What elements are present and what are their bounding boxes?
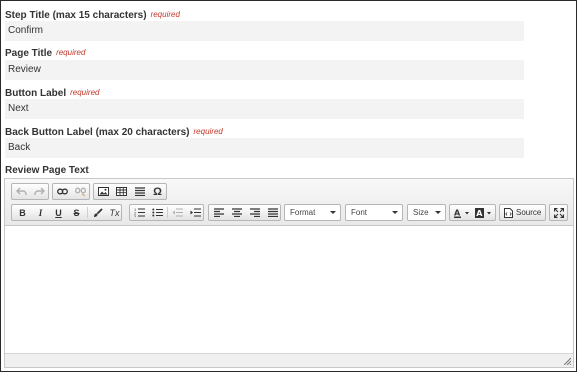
size-dropdown[interactable]: Size [407, 204, 446, 221]
paintbrush-icon [93, 207, 103, 217]
step-title-label-text: Step Title (max 15 characters) [5, 10, 147, 21]
chevron-down-icon [435, 211, 441, 214]
image-icon [98, 187, 109, 196]
decrease-indent-button[interactable] [169, 205, 186, 220]
button-label-label-text: Button Label [5, 88, 67, 99]
link-button[interactable] [54, 184, 71, 199]
align-right-button[interactable] [246, 205, 263, 220]
review-page-text-label-text: Review Page Text [5, 165, 89, 176]
outdent-icon [172, 208, 183, 217]
color-group: A A [449, 204, 496, 221]
link-icon [57, 188, 68, 195]
chevron-down-icon [392, 211, 398, 214]
numbered-list-icon: 123 [134, 208, 145, 217]
page-title-input[interactable] [5, 60, 524, 80]
maximize-group [549, 204, 568, 221]
svg-text:A: A [454, 208, 461, 217]
image-button[interactable] [95, 184, 112, 199]
source-group: Source [499, 204, 546, 221]
font-dropdown-label: Font [351, 208, 368, 217]
source-button-label: Source [516, 208, 542, 217]
review-page-text-label: Review Page Text [5, 163, 89, 179]
editor-toolbar: Ω B I U S Tx 123 Format Font Size A A So… [5, 179, 573, 226]
form-frame: Step Title (max 15 characters)required P… [0, 0, 577, 372]
increase-indent-button[interactable] [187, 205, 204, 220]
background-color-button[interactable]: A [473, 205, 495, 220]
underline-button[interactable]: U [50, 205, 67, 220]
chevron-down-icon [330, 211, 336, 214]
page-title-label-text: Page Title [5, 48, 53, 59]
size-dropdown-label: Size [413, 208, 429, 217]
background-color-icon: A [475, 207, 491, 218]
toolbar-separator [87, 207, 88, 218]
unlink-button[interactable] [72, 184, 89, 199]
text-color-button[interactable]: A [451, 205, 472, 220]
step-title-input[interactable] [5, 21, 524, 41]
align-left-icon [213, 208, 224, 217]
numbered-list-button[interactable]: 123 [131, 205, 148, 220]
svg-text:3: 3 [134, 215, 136, 217]
bulleted-list-icon [152, 208, 163, 217]
redo-button[interactable] [31, 184, 48, 199]
font-dropdown[interactable]: Font [345, 204, 403, 221]
unlink-icon [75, 187, 86, 196]
required-marker: required [70, 88, 100, 97]
link-group [52, 183, 90, 200]
undo-redo-group [11, 183, 49, 200]
resize-handle-icon[interactable] [563, 357, 571, 365]
indent-icon [190, 208, 201, 217]
page-title-label: Page Title required [5, 45, 85, 61]
toolbar-separator [167, 207, 168, 218]
remove-format-button[interactable]: Tx [106, 205, 123, 220]
editor-status-bar [5, 353, 573, 367]
justify-button[interactable] [264, 205, 281, 220]
maximize-button[interactable] [550, 205, 567, 220]
table-icon [116, 187, 127, 196]
text-color-icon: A [453, 208, 469, 218]
basic-styles-group: B I U S Tx [11, 204, 122, 221]
format-dropdown-label: Format [290, 208, 316, 217]
underline-icon: U [55, 207, 62, 218]
bulleted-list-button[interactable] [149, 205, 166, 220]
undo-button[interactable] [13, 184, 30, 199]
horizontal-line-button[interactable] [131, 184, 148, 199]
source-icon [504, 207, 513, 218]
back-button-label-input[interactable] [5, 138, 524, 158]
copy-format-button[interactable] [89, 205, 106, 220]
undo-icon [16, 187, 27, 195]
required-marker: required [150, 10, 180, 19]
svg-text:A: A [476, 209, 483, 218]
required-marker: required [193, 127, 223, 136]
align-right-icon [249, 208, 260, 217]
maximize-icon [553, 207, 564, 218]
strikethrough-icon: S [73, 207, 80, 218]
editor-content-area[interactable] [5, 226, 573, 354]
rich-text-editor: Ω B I U S Tx 123 Format Font Size A A So… [4, 178, 574, 368]
back-button-label-label-text: Back Button Label (max 20 characters) [5, 127, 190, 138]
horizontal-line-icon [134, 187, 145, 196]
strikethrough-button[interactable]: S [68, 205, 85, 220]
align-group [208, 204, 281, 221]
table-button[interactable] [113, 184, 130, 199]
redo-icon [34, 187, 45, 195]
align-center-button[interactable] [228, 205, 245, 220]
insert-group: Ω [93, 183, 167, 200]
justify-icon [267, 208, 278, 217]
italic-button[interactable]: I [32, 205, 49, 220]
list-group: 123 [129, 204, 204, 221]
align-left-button[interactable] [210, 205, 227, 220]
italic-icon: I [38, 207, 43, 218]
required-marker: required [56, 48, 86, 57]
omega-icon: Ω [153, 185, 162, 198]
special-char-button[interactable]: Ω [149, 184, 166, 199]
bold-icon: B [19, 207, 26, 218]
format-dropdown[interactable]: Format [284, 204, 341, 221]
align-center-icon [231, 208, 242, 217]
source-button[interactable]: Source [501, 205, 545, 220]
bold-button[interactable]: B [14, 205, 31, 220]
button-label-input[interactable] [5, 99, 524, 119]
remove-format-icon: Tx [109, 207, 120, 218]
